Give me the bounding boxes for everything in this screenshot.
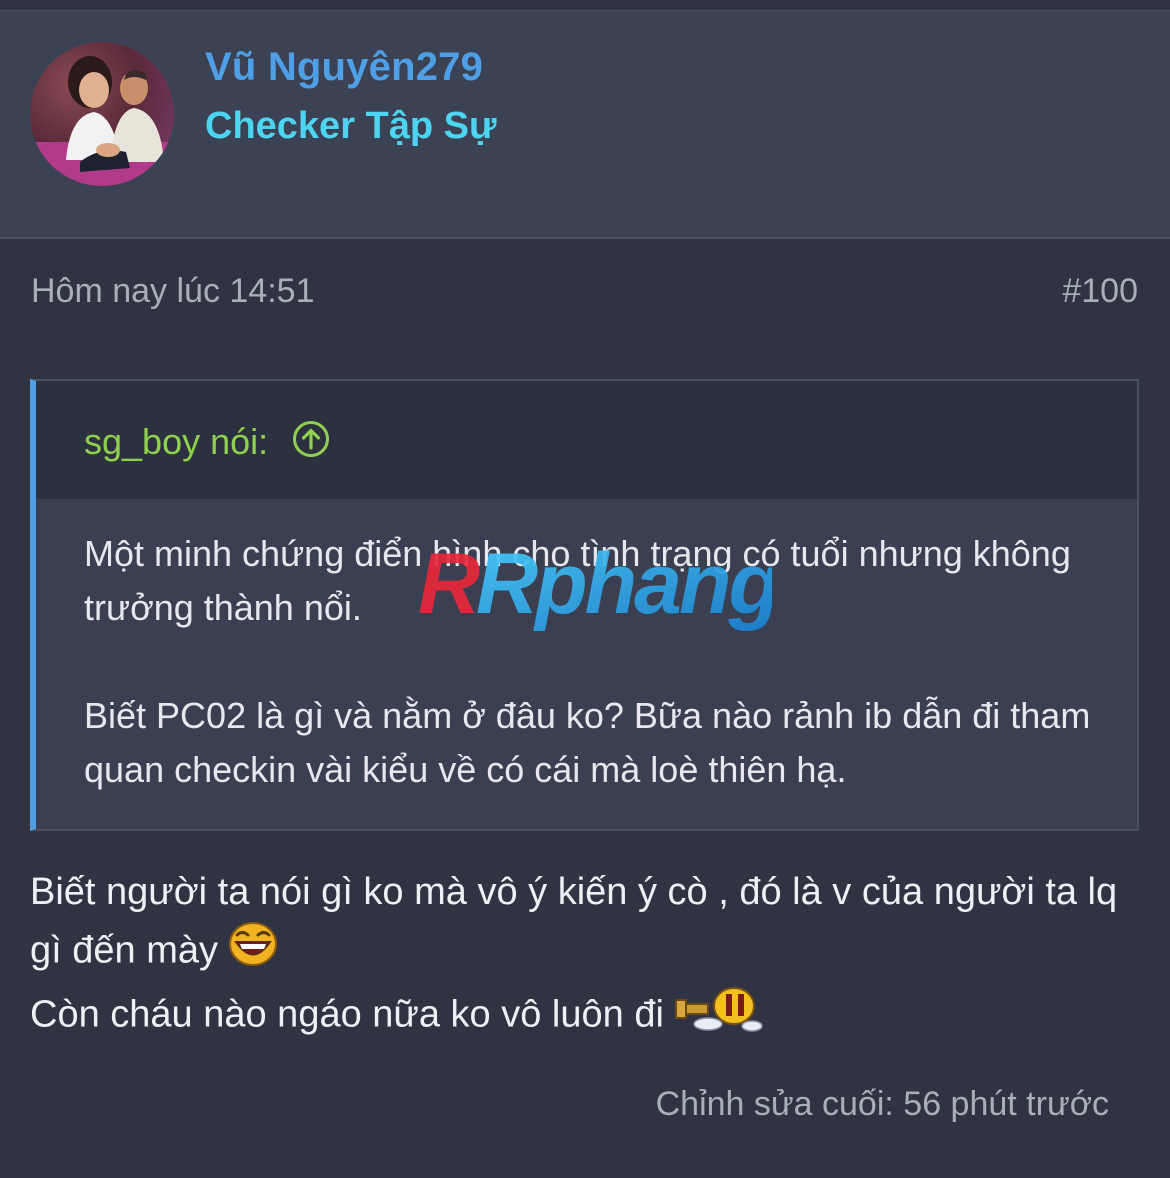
eggplant-kick-emoji-icon: [674, 984, 764, 1049]
post-date[interactable]: Hôm nay lúc 14:51: [31, 272, 315, 311]
user-title: Checker Tập Sự: [205, 105, 497, 147]
quote-paragraph: Một minh chứng điển hình cho tình trạng …: [84, 533, 1071, 628]
edit-note: Chỉnh sửa cuối: 56 phút trước: [655, 1085, 1109, 1123]
user-header: Vũ Nguyên279 Checker Tập Sự: [0, 10, 1170, 239]
top-strip: [0, 0, 1170, 10]
reply-line-1: Biết người ta nói gì ko mà vô ý kiến ý c…: [30, 864, 1140, 984]
avatar[interactable]: [30, 42, 174, 186]
username[interactable]: Vũ Nguyên279: [205, 45, 483, 90]
post-number[interactable]: #100: [1062, 272, 1138, 311]
quote-body: Một minh chứng điển hình cho tình trạng …: [84, 527, 1104, 797]
quote-author[interactable]: sg_boy nói:: [84, 421, 268, 463]
laughing-emoji-icon: [228, 921, 278, 984]
reply-body: Biết người ta nói gì ko mà vô ý kiến ý c…: [30, 864, 1140, 1049]
arrow-up-circle-icon[interactable]: [292, 420, 330, 458]
reply-line-2: Còn cháu nào ngáo nữa ko vô luôn đi: [30, 984, 1140, 1049]
quote-header: sg_boy nói:: [36, 381, 1137, 499]
quote-paragraph: Biết PC02 là gì và nằm ở đâu ko? Bữa nào…: [84, 695, 1091, 790]
